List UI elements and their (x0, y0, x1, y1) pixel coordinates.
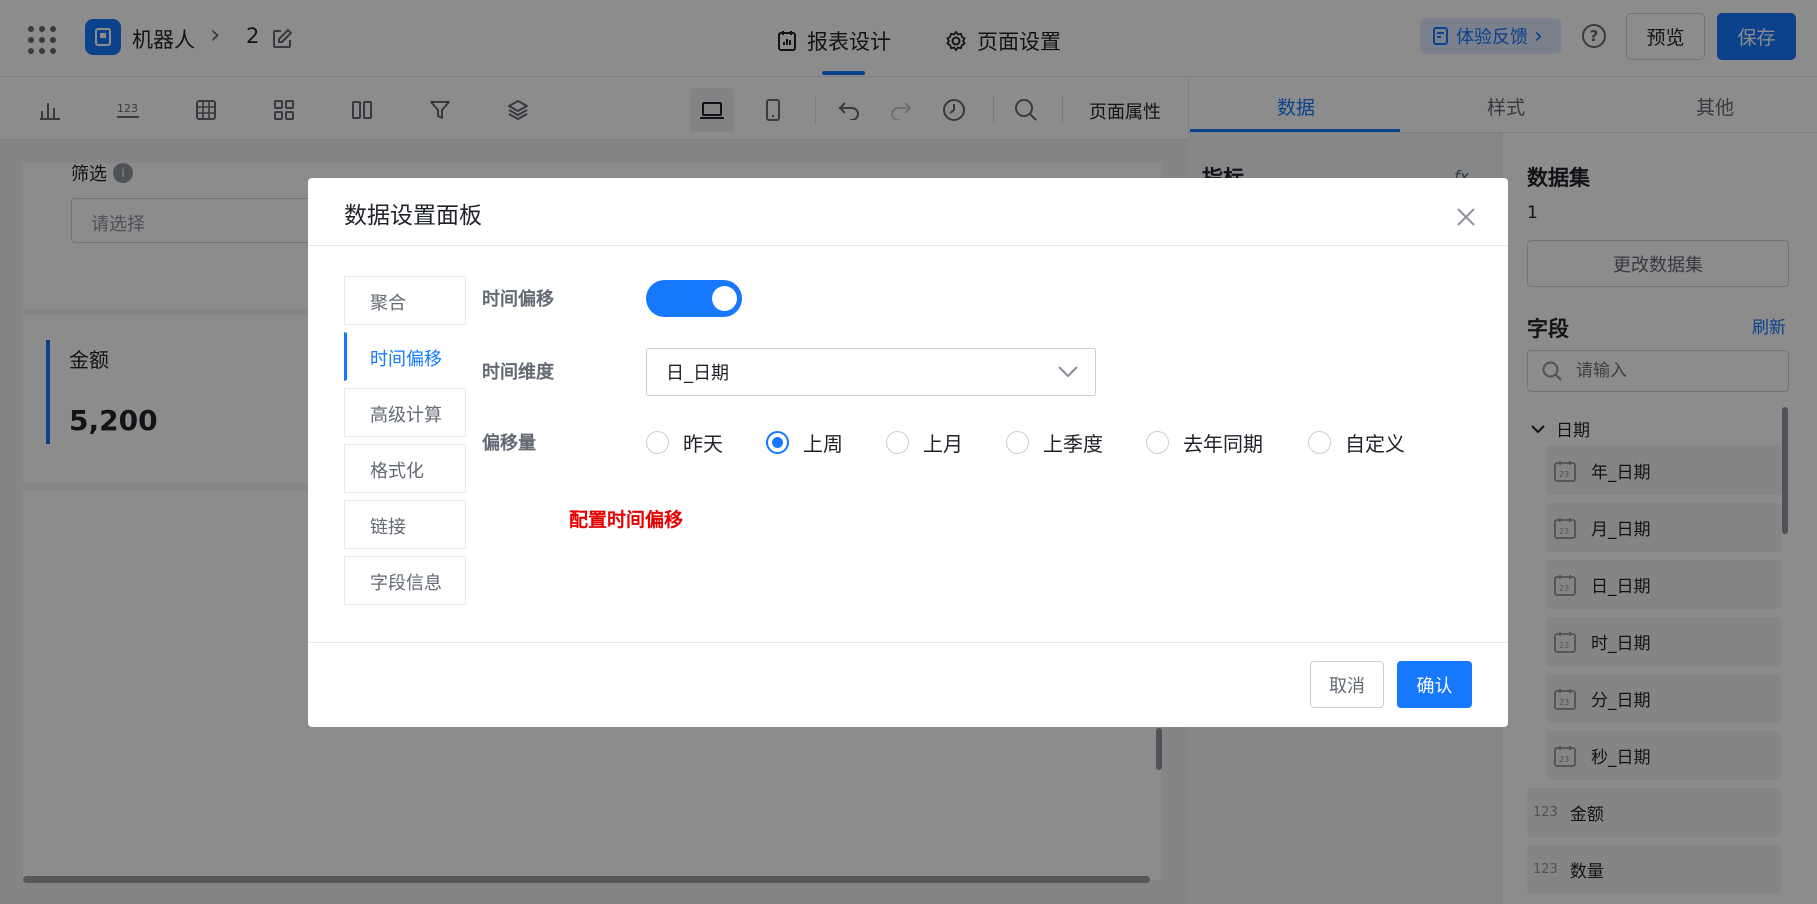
radio-circle (1308, 431, 1331, 454)
modal-title: 数据设置面板 (344, 203, 482, 229)
time-dimension-value: 日_日期 (666, 363, 729, 384)
radio-label: 自定义 (1345, 432, 1405, 456)
data-settings-modal: 数据设置面板 聚合 时间偏移 高级计算 格式化 链接 字段信息 时间偏移 时间维… (308, 178, 1508, 727)
time-offset-toggle[interactable] (646, 280, 742, 317)
chevron-down-icon (1057, 363, 1079, 379)
radio-circle (1146, 431, 1169, 454)
cancel-button[interactable]: 取消 (1310, 661, 1384, 708)
confirm-button[interactable]: 确认 (1397, 661, 1472, 708)
modal-divider (308, 245, 1508, 246)
close-icon[interactable] (1454, 205, 1478, 229)
radio-last-week[interactable]: 上周 (766, 428, 843, 457)
toggle-knob (712, 286, 737, 311)
time-dimension-select[interactable]: 日_日期 (646, 348, 1096, 396)
radio-label: 上季度 (1043, 432, 1103, 456)
radio-same-period-last-year[interactable]: 去年同期 (1146, 428, 1263, 457)
side-tab-aggregate[interactable]: 聚合 (344, 276, 466, 325)
time-dimension-label: 时间维度 (482, 362, 554, 383)
time-offset-label: 时间偏移 (482, 289, 554, 310)
radio-last-month[interactable]: 上月 (886, 428, 963, 457)
radio-circle (1006, 431, 1029, 454)
side-tab-link[interactable]: 链接 (344, 500, 466, 549)
radio-last-quarter[interactable]: 上季度 (1006, 428, 1103, 457)
radio-label: 昨天 (683, 432, 723, 456)
radio-label: 去年同期 (1183, 432, 1263, 456)
annotation-note: 配置时间偏移 (569, 509, 684, 531)
modal-divider (308, 642, 1508, 643)
side-tab-advanced-calc[interactable]: 高级计算 (344, 388, 466, 437)
radio-custom[interactable]: 自定义 (1308, 428, 1405, 457)
radio-circle (766, 431, 789, 454)
side-tab-time-offset[interactable]: 时间偏移 (344, 332, 466, 381)
radio-label: 上周 (803, 432, 843, 456)
side-tab-field-info[interactable]: 字段信息 (344, 556, 466, 605)
side-tab-format[interactable]: 格式化 (344, 444, 466, 493)
radio-circle (886, 431, 909, 454)
radio-label: 上月 (923, 432, 963, 456)
offset-amount-label: 偏移量 (482, 433, 536, 454)
radio-yesterday[interactable]: 昨天 (646, 428, 723, 457)
radio-circle (646, 431, 669, 454)
